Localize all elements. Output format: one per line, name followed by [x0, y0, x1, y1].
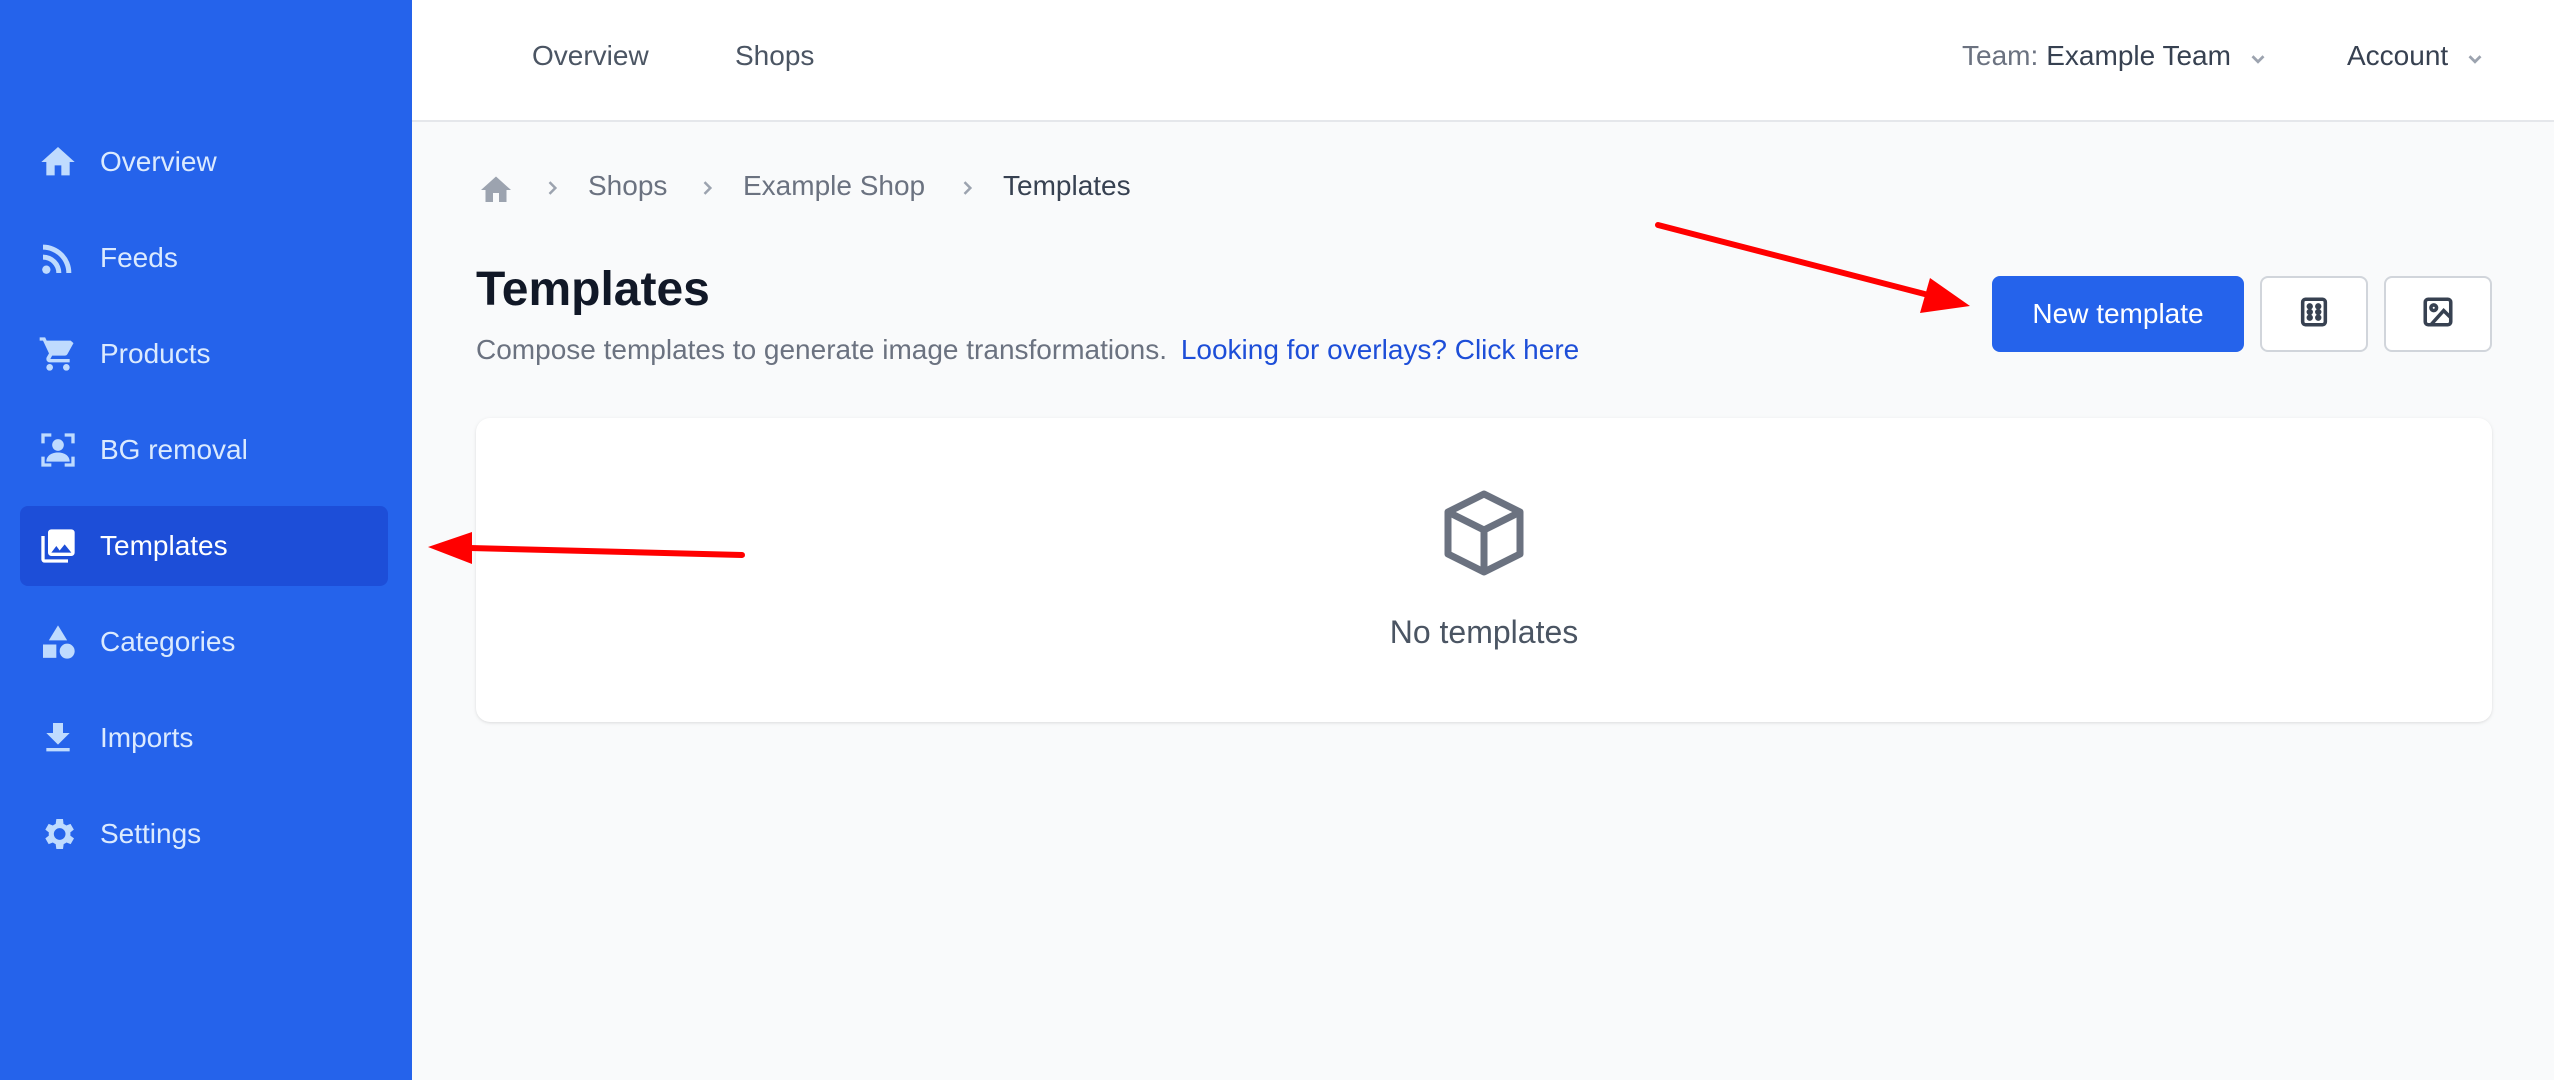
page-subtitle: Compose templates to generate image tran… [476, 334, 1579, 366]
top-nav-shops[interactable]: Shops [735, 40, 814, 72]
grid-view-button[interactable] [2260, 276, 2368, 352]
team-prefix: Team: [1962, 40, 2039, 71]
grid-icon [2297, 295, 2331, 334]
sidebar-item-label: Templates [100, 530, 228, 561]
sidebar-item-templates[interactable]: Templates [20, 506, 388, 586]
sidebar-item-bg-removal[interactable]: BG removal [20, 410, 388, 490]
chevron-down-icon [2464, 45, 2486, 67]
image-icon [2421, 295, 2455, 334]
templates-panel: No templates [476, 418, 2492, 722]
account-label: Account [2347, 40, 2449, 71]
chevron-down-icon [2247, 45, 2269, 67]
sidebar-item-label: Overview [100, 146, 217, 177]
sidebar-item-label: BG removal [100, 434, 248, 465]
chevron-right-icon [542, 178, 562, 198]
sidebar-item-overview[interactable]: Overview [20, 122, 388, 202]
breadcrumb-shops[interactable]: Shops [588, 170, 667, 202]
sidebar-item-label: Products [100, 338, 211, 369]
team-name: Example Team [2046, 40, 2231, 71]
download-icon [38, 718, 78, 758]
new-template-button[interactable]: New template [1992, 276, 2244, 352]
cart-icon [38, 334, 78, 374]
sidebar-item-label: Imports [100, 722, 194, 753]
shapes-icon [38, 622, 78, 662]
annotation-arrow-icon [1655, 222, 1970, 313]
topbar: Overview Shops Team: Example Team Accoun… [412, 0, 2554, 122]
sidebar-item-products[interactable]: Products [20, 314, 388, 394]
chevron-right-icon [697, 178, 717, 198]
sidebar-item-feeds[interactable]: Feeds [20, 218, 388, 298]
image-view-button[interactable] [2384, 276, 2492, 352]
page-title: Templates [476, 263, 710, 316]
rss-icon [38, 238, 78, 278]
subtitle-text: Compose templates to generate image tran… [476, 334, 1168, 365]
empty-state-text: No templates [1389, 614, 1579, 650]
sidebar-item-settings[interactable]: Settings [20, 794, 388, 874]
breadcrumb-example-shop[interactable]: Example Shop [743, 170, 925, 202]
annotation-arrow-icon [428, 532, 745, 564]
sidebar: Overview Feeds Products BG removal Templ… [0, 0, 412, 1080]
images-icon [38, 526, 78, 566]
sidebar-item-label: Feeds [100, 242, 178, 273]
account-menu[interactable]: Account [2347, 40, 2486, 72]
team-selector[interactable]: Team: Example Team [1962, 40, 2269, 72]
overlays-link[interactable]: Looking for overlays? Click here [1181, 334, 1579, 365]
bg-removal-icon [38, 430, 78, 470]
chevron-right-icon [957, 178, 977, 198]
top-nav-overview[interactable]: Overview [532, 40, 649, 72]
sidebar-item-categories[interactable]: Categories [20, 602, 388, 682]
sidebar-item-label: Settings [100, 818, 202, 849]
sidebar-item-imports[interactable]: Imports [20, 698, 388, 778]
breadcrumb-templates: Templates [1003, 170, 1131, 201]
cube-icon [1442, 488, 1526, 578]
home-icon[interactable] [478, 172, 514, 208]
sidebar-item-label: Categories [100, 626, 236, 657]
home-icon [38, 142, 78, 182]
gear-icon [38, 814, 78, 854]
